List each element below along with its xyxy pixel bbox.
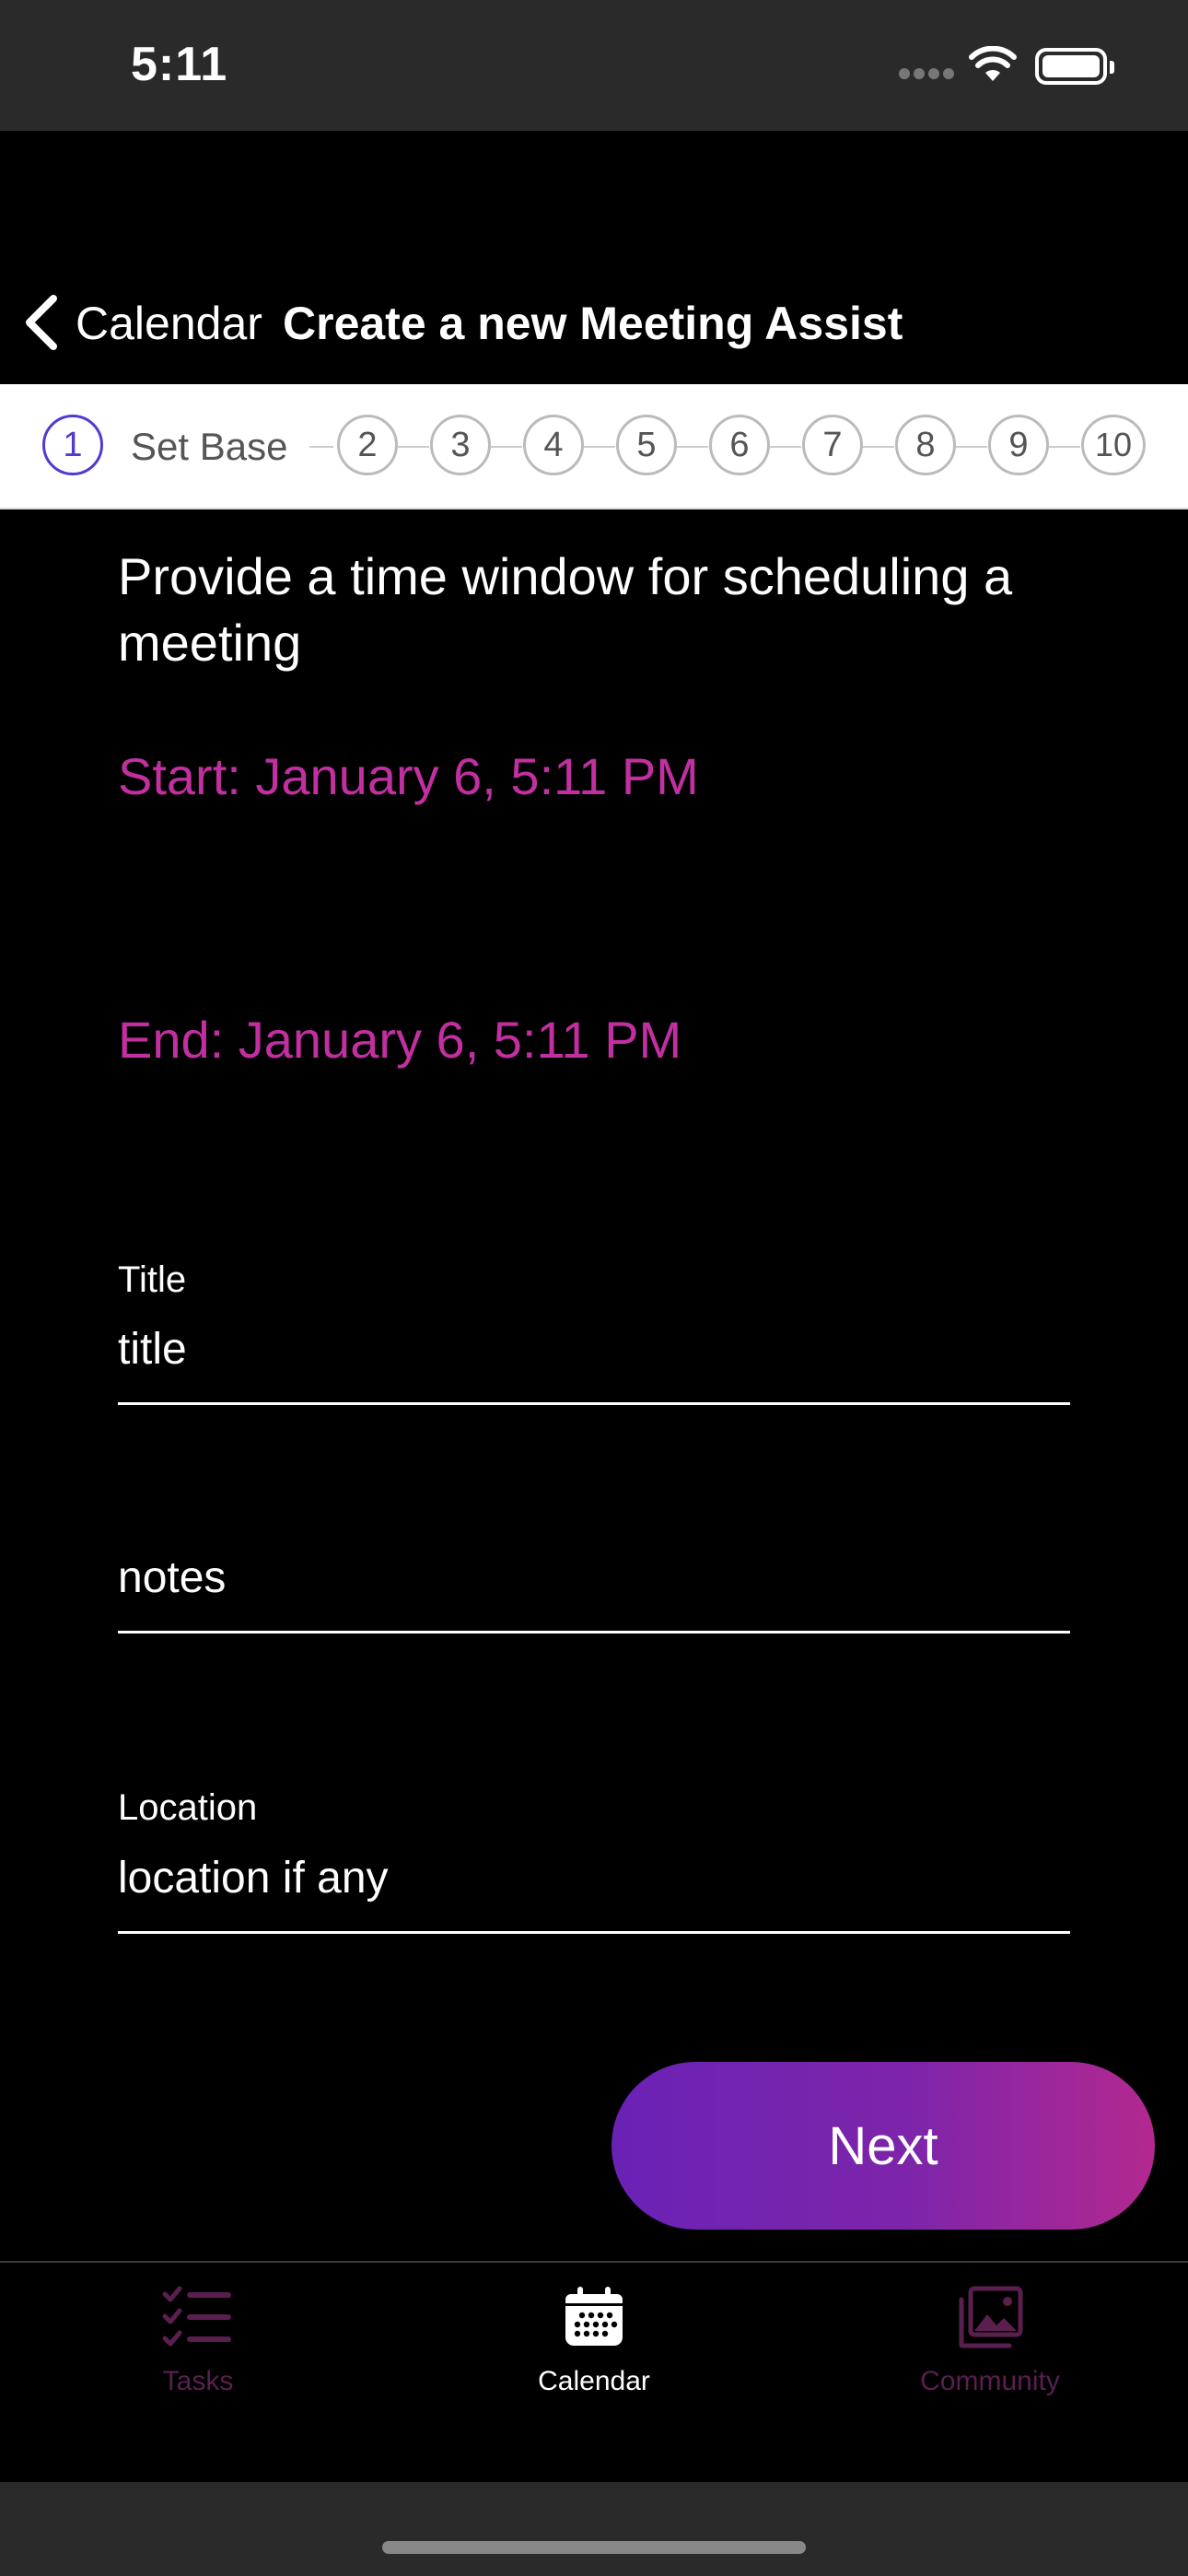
status-time: 5:11 — [131, 38, 228, 91]
wifi-icon — [969, 46, 1017, 81]
step-connector — [398, 446, 429, 448]
step-8[interactable]: 8 — [895, 415, 956, 475]
step-1[interactable]: 1 — [42, 415, 103, 475]
step-connector — [1049, 446, 1080, 448]
step-5[interactable]: 5 — [616, 415, 677, 475]
step-connector — [956, 446, 987, 448]
step-6[interactable]: 6 — [709, 415, 770, 475]
step-10[interactable]: 10 — [1081, 415, 1146, 475]
step-label-current: Set Base — [131, 425, 288, 468]
location-field-label: Location — [118, 1787, 258, 1828]
step-connector — [770, 446, 801, 448]
back-button[interactable]: Calendar — [76, 297, 262, 350]
community-icon — [959, 2286, 1023, 2348]
title-field[interactable] — [118, 1319, 1068, 1378]
battery-icon — [1035, 48, 1114, 85]
tab-label: Calendar — [538, 2366, 650, 2396]
step-4[interactable]: 4 — [523, 415, 584, 475]
chevron-left-icon[interactable] — [20, 293, 61, 352]
home-indicator-area — [0, 2482, 1188, 2576]
start-date-picker[interactable]: Start: January 6, 5:11 PM — [118, 746, 699, 806]
title-field-underline — [118, 1402, 1070, 1405]
next-button[interactable]: Next — [611, 2062, 1155, 2230]
location-field[interactable] — [118, 1848, 1068, 1907]
page-title: Create a new Meeting Assist — [283, 298, 903, 349]
step-connector — [584, 446, 615, 448]
tab-bar: Tasks Calendar Community — [0, 2261, 1188, 2484]
tab-community[interactable]: Community — [792, 2263, 1188, 2484]
notes-field[interactable] — [118, 1548, 1068, 1607]
tab-calendar[interactable]: Calendar — [396, 2263, 792, 2484]
step-connector — [677, 446, 708, 448]
progress-stepper: 1 Set Base 2 3 4 5 6 7 8 9 10 — [0, 384, 1188, 509]
cellular-signal-icon — [899, 68, 956, 81]
tab-tasks[interactable]: Tasks — [0, 2263, 396, 2484]
end-date-picker[interactable]: End: January 6, 5:11 PM — [118, 1010, 681, 1070]
notes-field-underline — [118, 1631, 1070, 1633]
step-2[interactable]: 2 — [337, 415, 398, 475]
instruction-text: Provide a time window for scheduling a m… — [118, 547, 1013, 672]
step-connector — [863, 446, 894, 448]
step-9[interactable]: 9 — [988, 415, 1049, 475]
tasks-icon — [162, 2286, 231, 2347]
step-connector — [491, 446, 522, 448]
location-field-underline — [118, 1931, 1070, 1934]
title-field-label: Title — [118, 1259, 187, 1300]
step-7[interactable]: 7 — [802, 415, 863, 475]
calendar-icon — [565, 2287, 623, 2346]
step-3[interactable]: 3 — [430, 415, 491, 475]
tab-label: Tasks — [162, 2366, 234, 2396]
home-indicator[interactable] — [382, 2541, 806, 2554]
step-connector — [309, 446, 333, 448]
tab-label: Community — [920, 2366, 1060, 2396]
